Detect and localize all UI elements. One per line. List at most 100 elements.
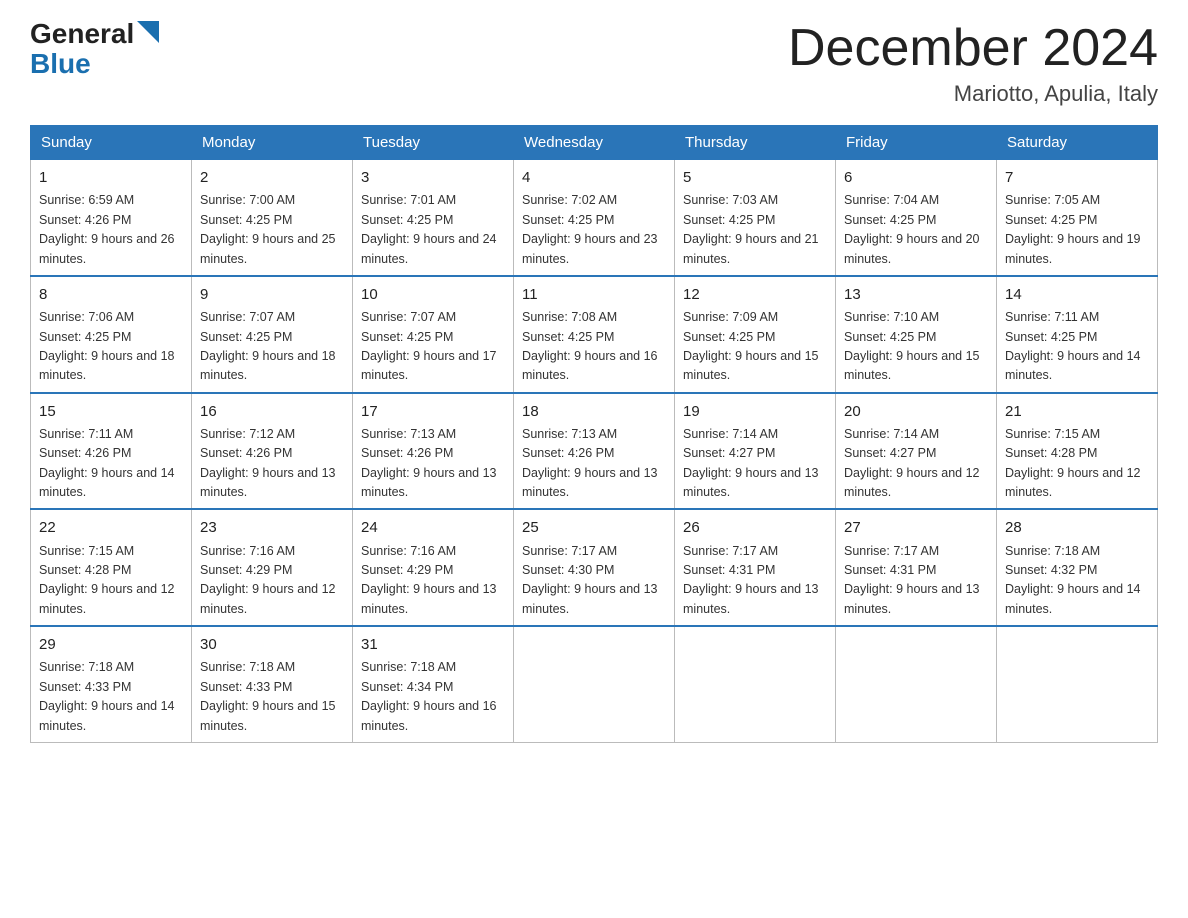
day-info: Sunrise: 7:16 AMSunset: 4:29 PMDaylight:…: [361, 542, 505, 620]
day-info: Sunrise: 7:15 AMSunset: 4:28 PMDaylight:…: [1005, 425, 1149, 503]
weekday-header-tuesday: Tuesday: [353, 126, 514, 160]
calendar-cell: [997, 626, 1158, 742]
logo-text-general: General: [30, 20, 134, 48]
day-number: 23: [200, 516, 344, 539]
calendar-week-row: 29Sunrise: 7:18 AMSunset: 4:33 PMDayligh…: [31, 626, 1158, 742]
calendar-cell: 10Sunrise: 7:07 AMSunset: 4:25 PMDayligh…: [353, 276, 514, 393]
day-info: Sunrise: 7:17 AMSunset: 4:31 PMDaylight:…: [683, 542, 827, 620]
day-info: Sunrise: 7:14 AMSunset: 4:27 PMDaylight:…: [683, 425, 827, 503]
day-info: Sunrise: 7:13 AMSunset: 4:26 PMDaylight:…: [522, 425, 666, 503]
month-title: December 2024: [788, 20, 1158, 77]
calendar-cell: 5Sunrise: 7:03 AMSunset: 4:25 PMDaylight…: [675, 160, 836, 276]
day-info: Sunrise: 7:10 AMSunset: 4:25 PMDaylight:…: [844, 308, 988, 386]
day-number: 11: [522, 283, 666, 306]
day-number: 26: [683, 516, 827, 539]
day-info: Sunrise: 7:11 AMSunset: 4:26 PMDaylight:…: [39, 425, 183, 503]
day-number: 9: [200, 283, 344, 306]
day-info: Sunrise: 7:06 AMSunset: 4:25 PMDaylight:…: [39, 308, 183, 386]
day-info: Sunrise: 7:18 AMSunset: 4:32 PMDaylight:…: [1005, 542, 1149, 620]
calendar-cell: 28Sunrise: 7:18 AMSunset: 4:32 PMDayligh…: [997, 509, 1158, 626]
calendar-cell: 2Sunrise: 7:00 AMSunset: 4:25 PMDaylight…: [192, 160, 353, 276]
calendar-table: SundayMondayTuesdayWednesdayThursdayFrid…: [30, 125, 1158, 743]
calendar-cell: 1Sunrise: 6:59 AMSunset: 4:26 PMDaylight…: [31, 160, 192, 276]
calendar-cell: [836, 626, 997, 742]
calendar-cell: 21Sunrise: 7:15 AMSunset: 4:28 PMDayligh…: [997, 393, 1158, 510]
calendar-cell: 17Sunrise: 7:13 AMSunset: 4:26 PMDayligh…: [353, 393, 514, 510]
day-info: Sunrise: 6:59 AMSunset: 4:26 PMDaylight:…: [39, 191, 183, 269]
day-info: Sunrise: 7:18 AMSunset: 4:33 PMDaylight:…: [39, 658, 183, 736]
day-number: 16: [200, 400, 344, 423]
day-info: Sunrise: 7:18 AMSunset: 4:34 PMDaylight:…: [361, 658, 505, 736]
calendar-cell: 18Sunrise: 7:13 AMSunset: 4:26 PMDayligh…: [514, 393, 675, 510]
calendar-week-row: 22 Sunrise: 7:15 AMSunset: 4:28 PMDayligh…: [31, 509, 1158, 626]
day-info: Sunrise: 7:07 AMSunset: 4:25 PMDaylight:…: [361, 308, 505, 386]
day-number: 12: [683, 283, 827, 306]
calendar-cell: 23 Sunrise: 7:16 AMSunset: 4:29 PMDayligh…: [192, 509, 353, 626]
logo: General Blue: [30, 20, 159, 78]
location-title: Mariotto, Apulia, Italy: [788, 81, 1158, 107]
day-info: Sunrise: 7:09 AMSunset: 4:25 PMDaylight:…: [683, 308, 827, 386]
day-info: Sunrise: 7:01 AMSunset: 4:25 PMDaylight:…: [361, 191, 505, 269]
calendar-cell: 16Sunrise: 7:12 AMSunset: 4:26 PMDayligh…: [192, 393, 353, 510]
day-number: 31: [361, 633, 505, 656]
day-info: Sunrise: 7:12 AMSunset: 4:26 PMDaylight:…: [200, 425, 344, 503]
calendar-cell: [514, 626, 675, 742]
calendar-cell: 7Sunrise: 7:05 AMSunset: 4:25 PMDaylight…: [997, 160, 1158, 276]
calendar-cell: 26 Sunrise: 7:17 AMSunset: 4:31 PMDayligh…: [675, 509, 836, 626]
day-info: Sunrise: 7:15 AMSunset: 4:28 PMDaylight:…: [39, 542, 183, 620]
calendar-cell: 9Sunrise: 7:07 AMSunset: 4:25 PMDaylight…: [192, 276, 353, 393]
calendar-cell: 4Sunrise: 7:02 AMSunset: 4:25 PMDaylight…: [514, 160, 675, 276]
calendar-cell: 31Sunrise: 7:18 AMSunset: 4:34 PMDayligh…: [353, 626, 514, 742]
day-info: Sunrise: 7:17 AMSunset: 4:31 PMDaylight:…: [844, 542, 988, 620]
day-number: 25: [522, 516, 666, 539]
calendar-cell: 19Sunrise: 7:14 AMSunset: 4:27 PMDayligh…: [675, 393, 836, 510]
day-info: Sunrise: 7:14 AMSunset: 4:27 PMDaylight:…: [844, 425, 988, 503]
page-header: General Blue December 2024 Mariotto, Apu…: [30, 20, 1158, 107]
logo-text-blue: Blue: [30, 50, 91, 78]
day-number: 21: [1005, 400, 1149, 423]
calendar-week-row: 1Sunrise: 6:59 AMSunset: 4:26 PMDaylight…: [31, 160, 1158, 276]
day-info: Sunrise: 7:16 AMSunset: 4:29 PMDaylight:…: [200, 542, 344, 620]
calendar-week-row: 8Sunrise: 7:06 AMSunset: 4:25 PMDaylight…: [31, 276, 1158, 393]
calendar-cell: 14Sunrise: 7:11 AMSunset: 4:25 PMDayligh…: [997, 276, 1158, 393]
day-number: 18: [522, 400, 666, 423]
day-number: 2: [200, 166, 344, 189]
day-number: 15: [39, 400, 183, 423]
day-info: Sunrise: 7:13 AMSunset: 4:26 PMDaylight:…: [361, 425, 505, 503]
calendar-cell: 20Sunrise: 7:14 AMSunset: 4:27 PMDayligh…: [836, 393, 997, 510]
day-number: 22: [39, 516, 183, 539]
day-number: 5: [683, 166, 827, 189]
day-number: 7: [1005, 166, 1149, 189]
calendar-week-row: 15Sunrise: 7:11 AMSunset: 4:26 PMDayligh…: [31, 393, 1158, 510]
weekday-header-monday: Monday: [192, 126, 353, 160]
logo-arrow-icon: [137, 21, 159, 43]
day-number: 8: [39, 283, 183, 306]
day-number: 6: [844, 166, 988, 189]
calendar-cell: 8Sunrise: 7:06 AMSunset: 4:25 PMDaylight…: [31, 276, 192, 393]
day-number: 19: [683, 400, 827, 423]
day-number: 27: [844, 516, 988, 539]
day-info: Sunrise: 7:18 AMSunset: 4:33 PMDaylight:…: [200, 658, 344, 736]
day-info: Sunrise: 7:03 AMSunset: 4:25 PMDaylight:…: [683, 191, 827, 269]
day-number: 17: [361, 400, 505, 423]
day-info: Sunrise: 7:00 AMSunset: 4:25 PMDaylight:…: [200, 191, 344, 269]
calendar-cell: 29Sunrise: 7:18 AMSunset: 4:33 PMDayligh…: [31, 626, 192, 742]
day-number: 4: [522, 166, 666, 189]
weekday-header-sunday: Sunday: [31, 126, 192, 160]
day-number: 1: [39, 166, 183, 189]
calendar-cell: 6Sunrise: 7:04 AMSunset: 4:25 PMDaylight…: [836, 160, 997, 276]
day-info: Sunrise: 7:04 AMSunset: 4:25 PMDaylight:…: [844, 191, 988, 269]
day-number: 10: [361, 283, 505, 306]
weekday-header-saturday: Saturday: [997, 126, 1158, 160]
day-info: Sunrise: 7:08 AMSunset: 4:25 PMDaylight:…: [522, 308, 666, 386]
day-info: Sunrise: 7:07 AMSunset: 4:25 PMDaylight:…: [200, 308, 344, 386]
day-info: Sunrise: 7:17 AMSunset: 4:30 PMDaylight:…: [522, 542, 666, 620]
day-number: 3: [361, 166, 505, 189]
calendar-cell: 22 Sunrise: 7:15 AMSunset: 4:28 PMDayligh…: [31, 509, 192, 626]
calendar-cell: 27 Sunrise: 7:17 AMSunset: 4:31 PMDayligh…: [836, 509, 997, 626]
day-number: 14: [1005, 283, 1149, 306]
day-info: Sunrise: 7:02 AMSunset: 4:25 PMDaylight:…: [522, 191, 666, 269]
day-number: 30: [200, 633, 344, 656]
day-number: 24: [361, 516, 505, 539]
weekday-header-wednesday: Wednesday: [514, 126, 675, 160]
